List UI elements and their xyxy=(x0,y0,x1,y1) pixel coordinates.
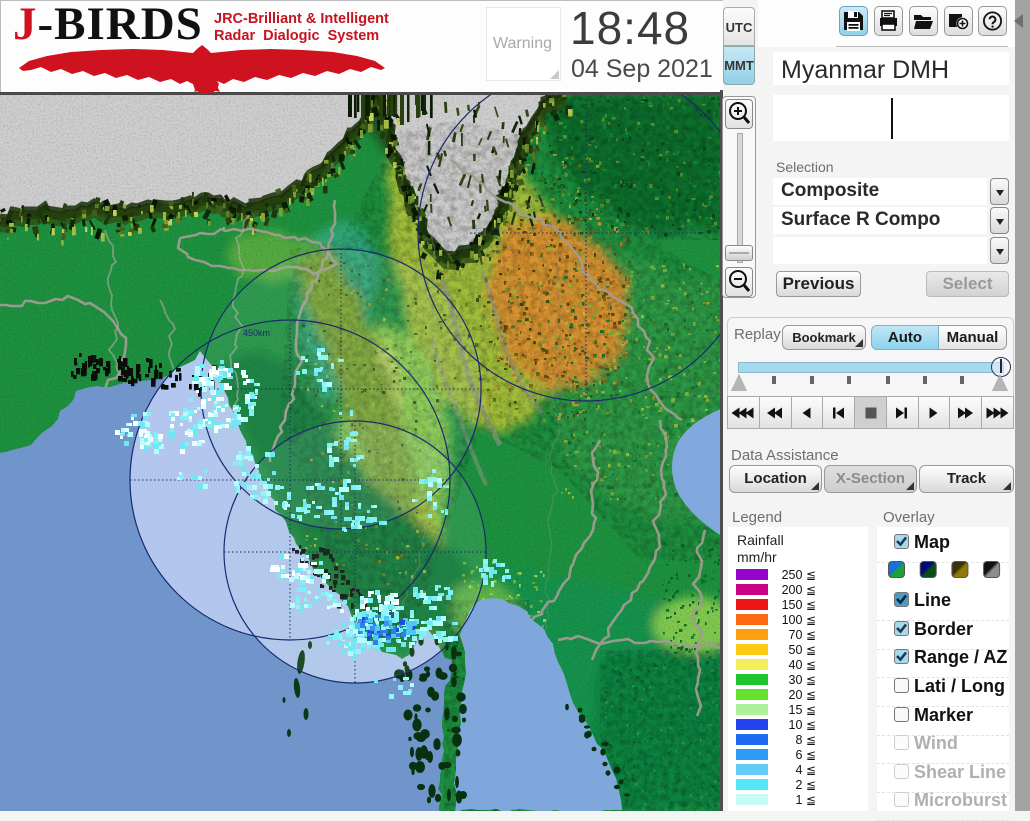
svg-text:450km: 450km xyxy=(243,328,270,338)
